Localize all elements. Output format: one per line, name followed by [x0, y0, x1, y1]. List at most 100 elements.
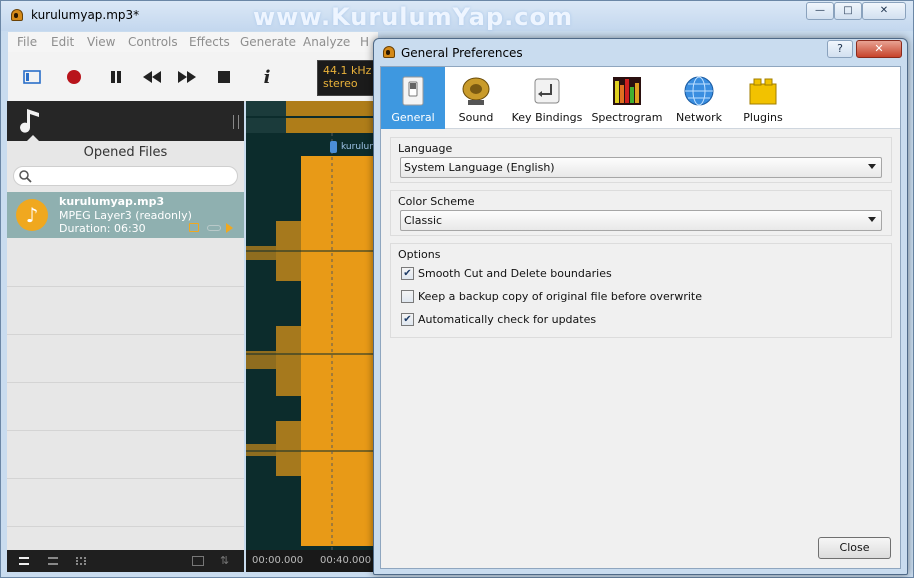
- detail-view-icon[interactable]: [48, 557, 58, 565]
- file-duration: Duration: 06:30: [59, 222, 146, 235]
- tab-label: Sound: [458, 111, 494, 124]
- waveform-view[interactable]: kurulum: [246, 101, 374, 550]
- watermark: www.KurulumYap.com: [253, 3, 573, 31]
- menu-controls[interactable]: Controls: [128, 35, 178, 49]
- tab-general[interactable]: General: [381, 67, 445, 129]
- backup-copy-label: Keep a backup copy of original file befo…: [418, 290, 702, 303]
- close-button[interactable]: Close: [818, 537, 891, 559]
- options-group: Options ✔ Smooth Cut and Delete boundari…: [390, 243, 892, 338]
- maximize-button[interactable]: □: [834, 2, 862, 20]
- language-select[interactable]: System Language (English): [400, 157, 882, 178]
- info-button[interactable]: i: [256, 66, 278, 88]
- rewind-icon: [143, 71, 161, 83]
- grid-view-icon[interactable]: [76, 557, 86, 565]
- tab-sound[interactable]: Sound: [445, 67, 507, 129]
- tab-spectrogram[interactable]: Spectrogram: [587, 67, 667, 129]
- menu-file[interactable]: File: [17, 35, 37, 49]
- music-note-icon: [20, 109, 39, 133]
- tab-label: Spectrogram: [591, 111, 663, 124]
- language-group: Language System Language (English): [390, 137, 892, 183]
- sidebar-footer: ⇅: [7, 550, 244, 572]
- audio-file-icon: ♪: [16, 199, 48, 231]
- menu-generate[interactable]: Generate: [240, 35, 296, 49]
- menu-view[interactable]: View: [87, 35, 115, 49]
- list-separator: [7, 334, 244, 335]
- general-preferences-dialog: General Preferences ? ✕ General Sound Ke…: [373, 38, 908, 575]
- list-separator: [7, 526, 244, 527]
- list-view-icon[interactable]: [19, 557, 29, 565]
- color-scheme-group: Color Scheme Classic: [390, 190, 892, 236]
- speaker-icon: [462, 77, 490, 105]
- color-scheme-select[interactable]: Classic: [400, 210, 882, 231]
- key-icon: [534, 78, 560, 104]
- search-icon: [19, 170, 32, 183]
- file-note-icon[interactable]: [189, 223, 199, 232]
- smooth-cut-label: Smooth Cut and Delete boundaries: [418, 267, 612, 280]
- record-button[interactable]: [63, 66, 85, 88]
- window-title: kurulumyap.mp3*: [31, 8, 140, 22]
- time-mid: 00:40.000: [320, 555, 372, 566]
- rewind-button[interactable]: [141, 66, 163, 88]
- sample-rate-display: 44.1 kHz stereo: [317, 60, 379, 96]
- sidebar-header: [7, 101, 244, 141]
- window-close-button[interactable]: ✕: [862, 2, 906, 20]
- sample-rate: 44.1 kHz: [323, 64, 372, 77]
- list-separator: [7, 382, 244, 383]
- image-icon[interactable]: [192, 556, 204, 566]
- fast-forward-icon: [178, 71, 196, 83]
- waveform-graph: [246, 101, 374, 550]
- language-value: System Language (English): [404, 161, 555, 174]
- plugin-icon: [749, 78, 777, 105]
- globe-icon: [684, 76, 714, 106]
- minimize-button[interactable]: —: [806, 2, 834, 20]
- timeline: 00:00.000 00:40.000: [246, 550, 374, 572]
- list-separator: [7, 286, 244, 287]
- record-icon: [67, 70, 81, 84]
- stop-button[interactable]: [213, 66, 235, 88]
- file-list-item[interactable]: ♪ kurulumyap.mp3 MPEG Layer3 (readonly) …: [7, 192, 244, 238]
- pause-icon: [111, 71, 121, 83]
- sidebar-toggle-button[interactable]: [21, 66, 43, 88]
- dialog-content: General Sound Key Bindings Spectrogram N…: [380, 66, 901, 569]
- menu-analyze[interactable]: Analyze: [303, 35, 350, 49]
- smooth-cut-checkbox[interactable]: ✔: [401, 267, 414, 280]
- dialog-close-x-button[interactable]: ✕: [856, 40, 902, 58]
- auto-update-label: Automatically check for updates: [418, 313, 597, 326]
- menu-help[interactable]: H: [360, 35, 369, 49]
- tab-key-bindings[interactable]: Key Bindings: [507, 67, 587, 129]
- title-bar: kurulumyap.mp3* www.KurulumYap.com — □ ✕: [1, 1, 913, 31]
- chevron-down-icon: [868, 217, 876, 222]
- list-separator: [7, 478, 244, 479]
- file-search-input[interactable]: [13, 166, 238, 186]
- app-bell-icon: [9, 7, 25, 25]
- options-label: Options: [398, 248, 441, 261]
- sidebar-grip-icon[interactable]: [233, 115, 239, 129]
- help-button[interactable]: ?: [827, 40, 853, 58]
- info-icon: i: [263, 66, 271, 88]
- backup-copy-checkbox[interactable]: [401, 290, 414, 303]
- tab-label: General: [391, 111, 435, 124]
- sort-icon[interactable]: ⇅: [220, 554, 229, 567]
- files-sidebar: Opened Files ♪ kurulumyap.mp3 MPEG Layer…: [7, 101, 244, 550]
- file-play-icon[interactable]: [226, 223, 233, 233]
- sidebar-toggle-icon: [23, 70, 41, 84]
- time-start: 00:00.000: [252, 555, 304, 566]
- file-format: MPEG Layer3 (readonly): [59, 209, 192, 222]
- stop-icon: [218, 71, 230, 83]
- list-separator: [7, 430, 244, 431]
- language-label: Language: [398, 142, 453, 155]
- color-scheme-value: Classic: [404, 214, 443, 227]
- menu-edit[interactable]: Edit: [51, 35, 74, 49]
- fast-forward-button[interactable]: [176, 66, 198, 88]
- switch-icon: [402, 76, 424, 106]
- tab-plugins[interactable]: Plugins: [731, 67, 795, 129]
- menu-effects[interactable]: Effects: [189, 35, 230, 49]
- pause-button[interactable]: [105, 66, 127, 88]
- tab-network[interactable]: Network: [667, 67, 731, 129]
- dialog-title: General Preferences: [401, 46, 523, 60]
- file-link-icon[interactable]: [207, 225, 221, 231]
- file-name: kurulumyap.mp3: [59, 195, 165, 208]
- chevron-down-icon: [868, 164, 876, 169]
- auto-update-checkbox[interactable]: ✔: [401, 313, 414, 326]
- toolbar: i 44.1 kHz stereo: [8, 52, 379, 102]
